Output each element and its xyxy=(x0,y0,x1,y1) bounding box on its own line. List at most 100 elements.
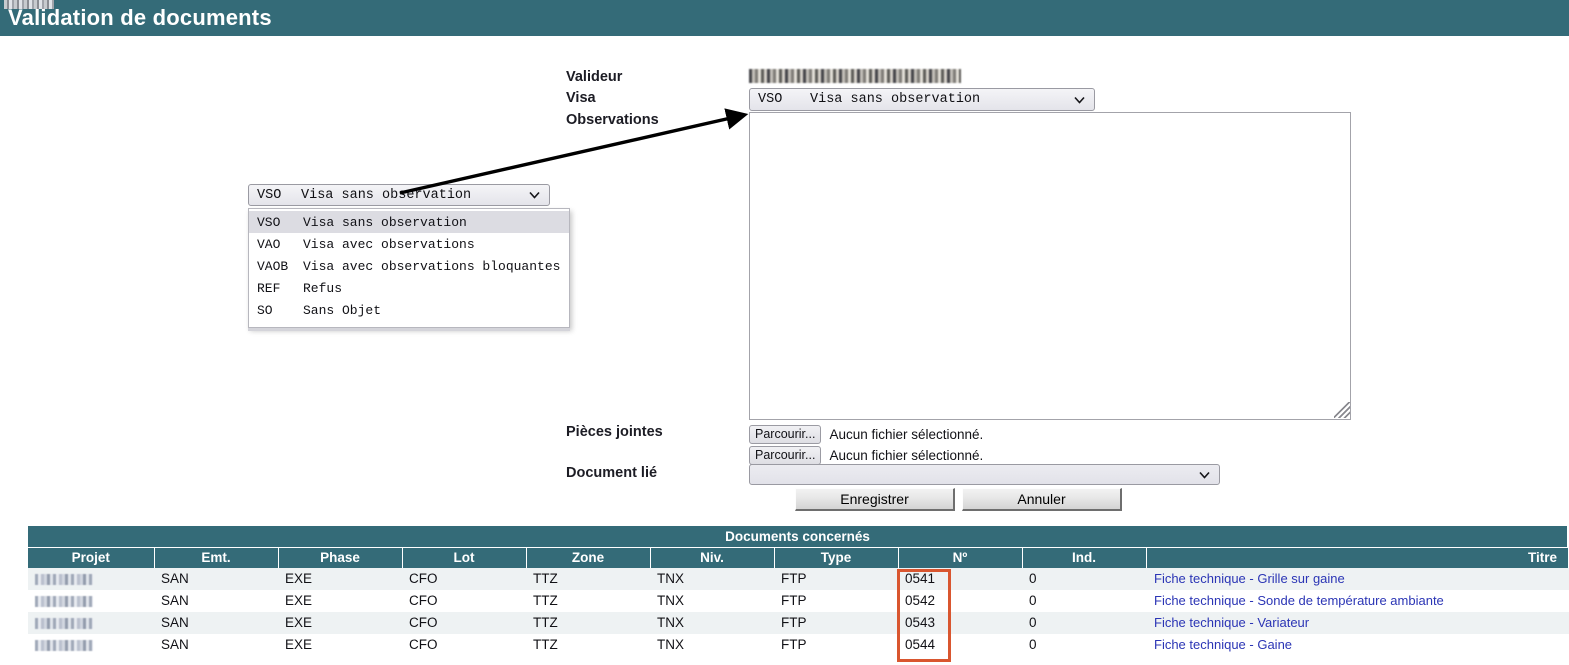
file-status-2: Aucun fichier sélectionné. xyxy=(829,447,984,463)
cell-projet xyxy=(28,589,154,612)
cell-niv: TNX xyxy=(650,589,774,612)
label-valideur: Valideur xyxy=(566,69,623,85)
dropdown-shadow-edge xyxy=(248,328,570,331)
valideur-value-redacted xyxy=(749,69,961,83)
document-lie-select[interactable] xyxy=(749,464,1220,485)
browse-button-1[interactable]: Parcourir... xyxy=(749,424,822,444)
cell-numero: 0541 xyxy=(898,567,1022,590)
cell-ind: 0 xyxy=(1022,633,1146,656)
visa-option-code: VAO xyxy=(257,236,281,252)
cell-projet xyxy=(28,611,154,634)
file-status-1: Aucun fichier sélectionné. xyxy=(829,426,984,442)
cell-projet xyxy=(28,567,154,590)
cell-lot: CFO xyxy=(402,633,526,656)
table-header-row: Projet Emt. Phase Lot Zone Niv. Type Nº … xyxy=(28,547,1569,568)
annotation-arrow-icon xyxy=(399,108,749,195)
visa-option-label: Refus xyxy=(303,280,343,296)
cell-lot: CFO xyxy=(402,567,526,590)
column-header-lot[interactable]: Lot xyxy=(402,547,527,568)
cell-emt: SAN xyxy=(154,567,278,590)
column-header-phase[interactable]: Phase xyxy=(278,547,403,568)
column-header-numero[interactable]: Nº xyxy=(898,547,1023,568)
visa-select[interactable]: VSO Visa sans observation xyxy=(749,88,1095,111)
attachment-row-1: Parcourir... Aucun fichier sélectionné. xyxy=(749,424,983,444)
document-link[interactable]: Fiche technique - Sonde de température a… xyxy=(1154,593,1444,608)
column-header-ind[interactable]: Ind. xyxy=(1022,547,1147,568)
column-header-titre[interactable]: Titre xyxy=(1146,547,1569,568)
column-header-emt[interactable]: Emt. xyxy=(154,547,279,568)
redacted-project-code xyxy=(35,617,93,629)
cell-lot: CFO xyxy=(402,611,526,634)
visa-option-ref[interactable]: REF Refus xyxy=(249,277,569,299)
cell-zone: TTZ xyxy=(526,611,650,634)
table-row[interactable]: SAN EXE CFO TTZ TNX FTP 0544 0 Fiche tec… xyxy=(28,633,1569,656)
cell-phase: EXE xyxy=(278,633,402,656)
cell-numero: 0542 xyxy=(898,589,1022,612)
cell-type: FTP xyxy=(774,589,898,612)
table-row[interactable]: SAN EXE CFO TTZ TNX FTP 0542 0 Fiche tec… xyxy=(28,589,1569,612)
column-header-projet[interactable]: Projet xyxy=(28,547,155,568)
cell-niv: TNX xyxy=(650,633,774,656)
cell-ind: 0 xyxy=(1022,567,1146,590)
table-row[interactable]: SAN EXE CFO TTZ TNX FTP 0543 0 Fiche tec… xyxy=(28,611,1569,634)
document-link[interactable]: Fiche technique - Variateur xyxy=(1154,615,1309,630)
visa-option-code: VSO xyxy=(257,214,281,230)
chevron-down-icon xyxy=(1199,471,1210,479)
visa-option-label: Visa sans observation xyxy=(303,214,467,230)
documents-table-grid: Projet Emt. Phase Lot Zone Niv. Type Nº … xyxy=(28,547,1569,656)
save-button[interactable]: Enregistrer xyxy=(795,488,955,511)
cell-emt: SAN xyxy=(154,611,278,634)
label-pieces-jointes: Pièces jointes xyxy=(566,424,663,440)
visa-select-label: Visa sans observation xyxy=(810,92,981,107)
redacted-project-code xyxy=(35,639,93,651)
visa-option-so[interactable]: SO Sans Objet xyxy=(249,299,569,321)
redacted-project-code xyxy=(35,573,93,585)
cell-numero: 0543 xyxy=(898,611,1022,634)
cell-phase: EXE xyxy=(278,589,402,612)
visa-option-code: VAOB xyxy=(257,258,289,274)
document-link[interactable]: Fiche technique - Gaine xyxy=(1154,637,1292,652)
redacted-project-code xyxy=(35,595,93,607)
visa-dropdown-option-list[interactable]: VSO Visa sans observation VAO Visa avec … xyxy=(248,208,570,328)
attachment-row-2: Parcourir... Aucun fichier sélectionné. xyxy=(749,445,983,465)
cell-emt: SAN xyxy=(154,589,278,612)
column-header-type[interactable]: Type xyxy=(774,547,899,568)
cell-numero: 0544 xyxy=(898,633,1022,656)
visa-expanded-code: VSO xyxy=(257,187,282,203)
table-row[interactable]: SAN EXE CFO TTZ TNX FTP 0541 0 Fiche tec… xyxy=(28,567,1569,590)
cell-type: FTP xyxy=(774,567,898,590)
column-header-zone[interactable]: Zone xyxy=(526,547,651,568)
cell-emt: SAN xyxy=(154,633,278,656)
cell-zone: TTZ xyxy=(526,633,650,656)
chevron-down-icon xyxy=(1074,96,1085,104)
browse-button-2[interactable]: Parcourir... xyxy=(749,445,822,465)
column-header-niv[interactable]: Niv. xyxy=(650,547,775,568)
cell-lot: CFO xyxy=(402,589,526,612)
visa-option-label: Visa avec observations bloquantes xyxy=(303,258,561,274)
visa-option-code: REF xyxy=(257,280,281,296)
cell-titre[interactable]: Fiche technique - Gaine xyxy=(1146,633,1569,656)
cell-titre[interactable]: Fiche technique - Sonde de température a… xyxy=(1146,589,1569,612)
app-header: Validation de documents xyxy=(0,0,1569,36)
visa-option-vao[interactable]: VAO Visa avec observations xyxy=(249,233,569,255)
cell-titre[interactable]: Fiche technique - Grille sur gaine xyxy=(1146,567,1569,590)
cell-phase: EXE xyxy=(278,567,402,590)
cell-zone: TTZ xyxy=(526,589,650,612)
observations-textarea[interactable] xyxy=(749,112,1351,420)
cell-zone: TTZ xyxy=(526,567,650,590)
cell-titre[interactable]: Fiche technique - Variateur xyxy=(1146,611,1569,634)
documents-table: Documents concernés Projet Emt. Phase Lo… xyxy=(28,526,1569,656)
header-divider xyxy=(0,36,1569,38)
cell-type: FTP xyxy=(774,633,898,656)
cell-niv: TNX xyxy=(650,567,774,590)
documents-table-title: Documents concernés xyxy=(28,526,1569,547)
visa-option-label: Sans Objet xyxy=(303,302,382,318)
document-link[interactable]: Fiche technique - Grille sur gaine xyxy=(1154,571,1345,586)
cancel-button[interactable]: Annuler xyxy=(962,488,1122,511)
cell-ind: 0 xyxy=(1022,589,1146,612)
cell-type: FTP xyxy=(774,611,898,634)
visa-option-vaob[interactable]: VAOB Visa avec observations bloquantes xyxy=(249,255,569,277)
page-title: Validation de documents xyxy=(8,5,272,30)
cell-ind: 0 xyxy=(1022,611,1146,634)
visa-option-vso[interactable]: VSO Visa sans observation xyxy=(249,211,569,233)
